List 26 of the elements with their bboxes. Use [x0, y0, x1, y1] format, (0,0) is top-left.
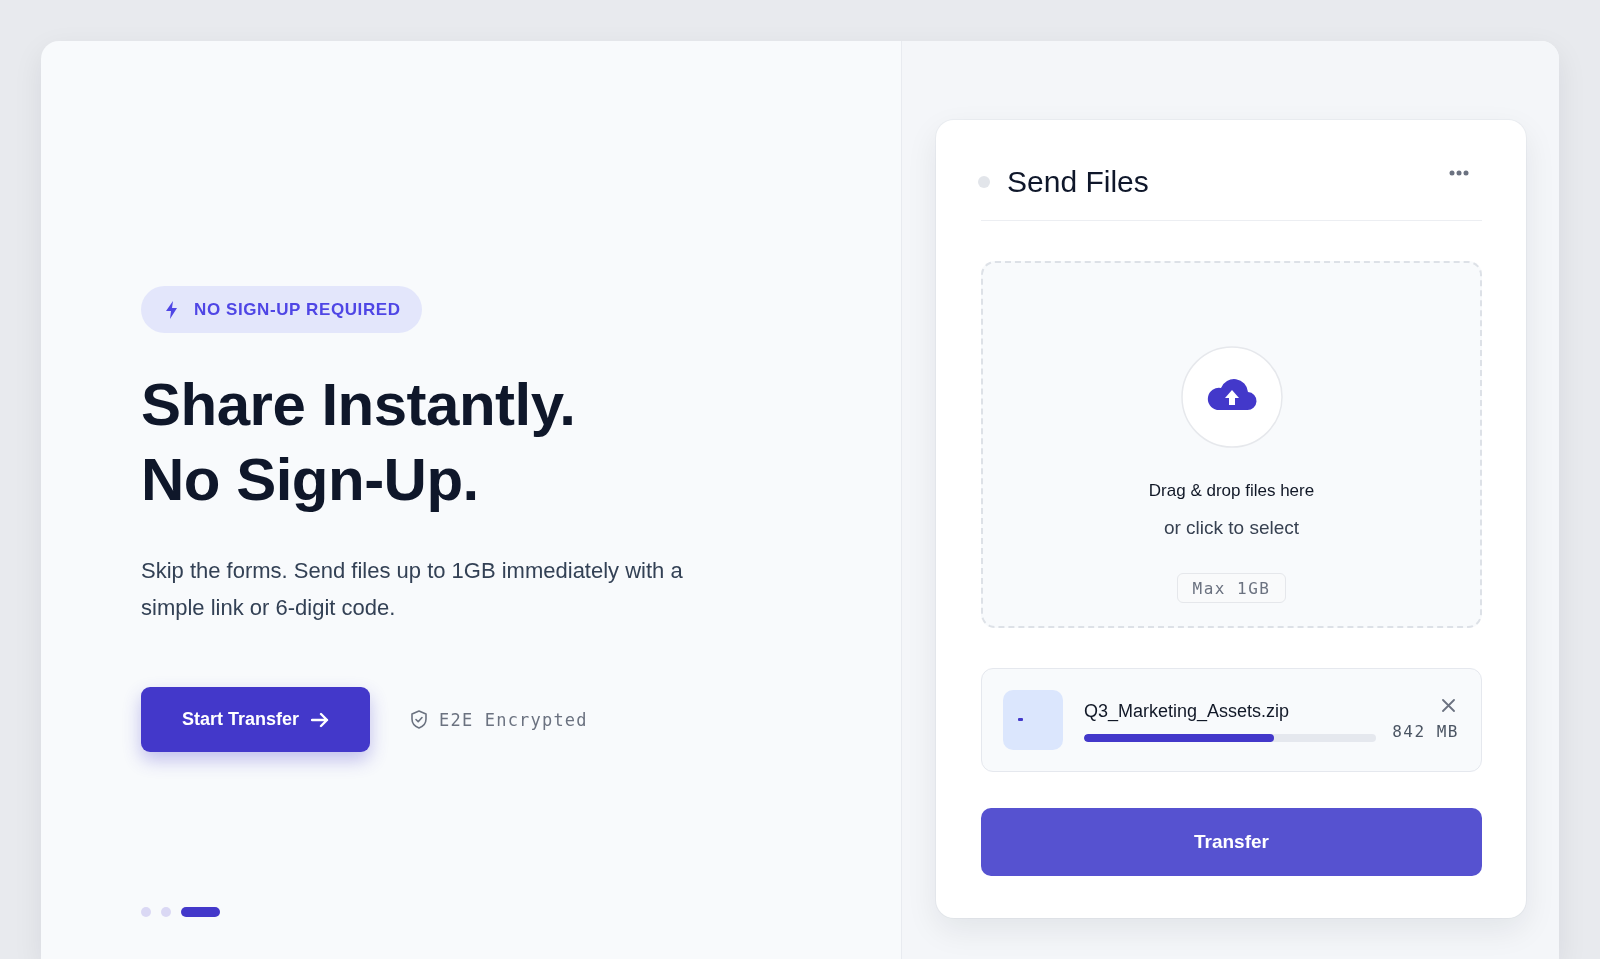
arrow-right-icon: [311, 711, 330, 728]
more-icon: [1449, 170, 1469, 176]
start-transfer-button[interactable]: Start Transfer: [141, 687, 371, 752]
file-icon: [1003, 690, 1063, 750]
remove-file-button[interactable]: [1442, 698, 1455, 712]
transfer-button[interactable]: Transfer: [981, 808, 1482, 876]
size-limit-tag: Max 1GB: [1176, 573, 1287, 603]
file-name: Q3_Marketing_Assets.zip: [1084, 699, 1291, 723]
carousel-dot[interactable]: [161, 907, 171, 917]
lightning-bolt-icon: [166, 300, 177, 319]
encryption-note: E2E Encrypted: [439, 709, 588, 730]
close-icon: [1442, 698, 1455, 712]
upload-cloud-icon: [1180, 346, 1283, 448]
tag-label: NO SIGN-UP REQUIRED: [194, 299, 401, 320]
headline: Share Instantly.: [141, 370, 576, 440]
carousel-dot[interactable]: [141, 907, 151, 917]
shield-check-icon: [411, 710, 428, 729]
file-size: 842 MB: [1392, 721, 1459, 742]
dropzone-hint: or click to select: [1163, 516, 1300, 540]
description: Skip the forms. Send files up to 1GB immediately with a simple link or 6-digit code.: [141, 557, 684, 622]
dropzone-title: Drag & drop files here: [1148, 480, 1315, 502]
status-dot-icon: [978, 176, 990, 188]
file-dropzone[interactable]: Drag & drop files here or click to select Max 1GB: [981, 261, 1482, 628]
more-options-button[interactable]: [1449, 170, 1469, 176]
card-title: Send Files: [1007, 165, 1150, 199]
headline: No Sign-Up.: [141, 445, 480, 515]
